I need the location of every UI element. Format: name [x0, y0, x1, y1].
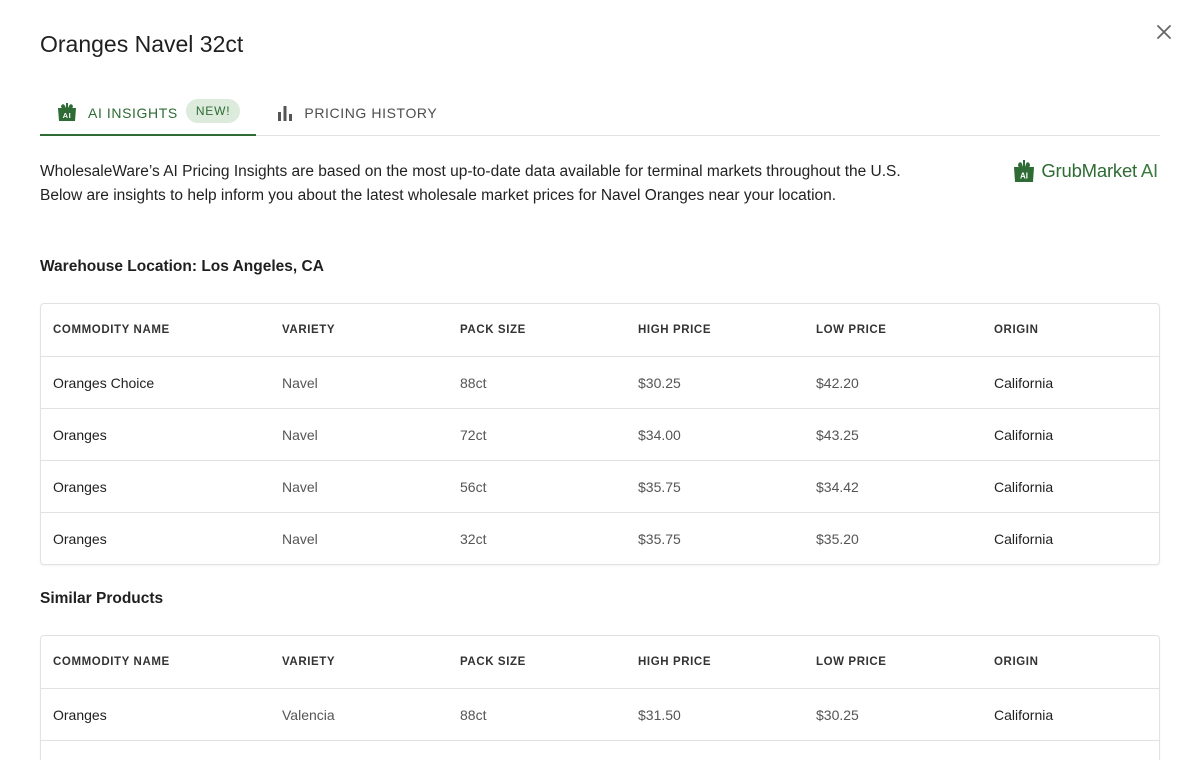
new-badge: NEW!	[185, 99, 241, 123]
tab-ai-insights-label: AI INSIGHTS	[88, 105, 178, 121]
col-variety: VARIETY	[270, 636, 448, 689]
cell-high-price: $30.25	[626, 356, 804, 409]
tab-bar: AI AI INSIGHTS NEW! PRICING HISTORY	[40, 99, 1160, 136]
cell-pack-size: 72ct	[448, 408, 626, 461]
table-row: Oranges Valencia 88ct $31.50 $30.25 Cali…	[41, 688, 1159, 741]
col-pack-size: PACK SIZE	[448, 304, 626, 357]
cell-variety: Navel	[270, 460, 448, 513]
col-commodity-name: COMMODITY NAME	[41, 304, 270, 357]
cell-high-price: $34.00	[626, 408, 804, 461]
cell-variety: Navel	[270, 408, 448, 461]
cell-origin: California	[994, 530, 1054, 547]
svg-text:AI: AI	[1020, 172, 1028, 181]
svg-text:AI: AI	[63, 111, 72, 120]
cell-commodity-name-partial	[41, 741, 270, 760]
cell-origin: California	[982, 356, 1159, 409]
tab-pricing-history-label: PRICING HISTORY	[304, 105, 438, 121]
grubmarket-ai-logo: AI GrubMarket AI	[1013, 159, 1158, 183]
cell-commodity-name: Oranges	[41, 408, 270, 461]
cell-pack-size: 88ct	[448, 356, 626, 409]
warehouse-table: COMMODITY NAME VARIETY PACK SIZE HIGH PR…	[40, 303, 1160, 565]
cell-high-price: $35.75	[638, 530, 681, 547]
cell-commodity-name: Oranges	[41, 688, 270, 741]
col-origin: ORIGIN	[982, 636, 1159, 689]
cell-commodity-name: Oranges	[53, 530, 107, 547]
table-row: Oranges Navel 72ct $34.00 $43.25 Califor…	[41, 408, 1159, 461]
cell-pack-size: 88ct	[448, 688, 626, 741]
cell-commodity-name: Oranges Choice	[41, 356, 270, 409]
cell-origin: California	[982, 688, 1159, 741]
cell-low-price: $43.25	[804, 408, 982, 461]
col-variety: VARIETY	[270, 304, 448, 357]
cell-pack-size: 56ct	[448, 460, 626, 513]
cell-pack-size-partial	[448, 741, 626, 760]
ai-basket-icon: AI	[58, 103, 76, 121]
cell-commodity-name: Oranges	[41, 460, 270, 513]
tab-pricing-history[interactable]: PRICING HISTORY	[256, 99, 453, 135]
col-origin: ORIGIN	[982, 304, 1159, 357]
cell-variety: Valencia	[270, 688, 448, 741]
table-row	[41, 741, 1159, 760]
cell-high-price-partial	[626, 741, 804, 760]
cell-origin-partial	[982, 741, 1159, 760]
col-high-price: HIGH PRICE	[626, 636, 804, 689]
close-icon	[1157, 25, 1171, 39]
cell-variety-partial	[270, 741, 448, 760]
cell-pack-size: 32ct	[460, 530, 487, 547]
col-commodity-name: COMMODITY NAME	[41, 636, 270, 689]
cell-low-price: $42.20	[804, 356, 982, 409]
grubmarket-logo-icon: AI	[1014, 160, 1035, 182]
modal-title: Oranges Navel 32ct	[40, 31, 244, 57]
cell-low-price-partial	[804, 741, 982, 760]
table-row: Oranges Navel 32ct $35.75 $35.20 Califor…	[41, 513, 1159, 565]
bar-chart-icon	[278, 106, 293, 121]
cell-low-price: $34.42	[804, 460, 982, 513]
tab-ai-insights[interactable]: AI AI INSIGHTS NEW!	[40, 99, 257, 136]
col-low-price: LOW PRICE	[804, 304, 982, 357]
table-row: Oranges Choice Navel 88ct $30.25 $42.20 …	[41, 356, 1159, 409]
table-row: Oranges Navel 56ct $35.75 $34.42 Califor…	[41, 460, 1159, 513]
close-button[interactable]	[1152, 20, 1176, 44]
table-header-row: COMMODITY NAME VARIETY PACK SIZE HIGH PR…	[41, 636, 1159, 689]
cell-low-price: $30.25	[804, 688, 982, 741]
cell-variety: Navel	[282, 530, 318, 547]
col-pack-size: PACK SIZE	[448, 636, 626, 689]
logo-suffix: AI	[1137, 160, 1158, 181]
cell-high-price: $35.75	[626, 460, 804, 513]
pricing-insights-modal: Oranges Navel 32ct AI AI INSIGHTS NEW! P	[0, 0, 1198, 760]
col-low-price: LOW PRICE	[804, 636, 982, 689]
similar-products-table: COMMODITY NAME VARIETY PACK SIZE HIGH PR…	[40, 635, 1160, 760]
col-high-price: HIGH PRICE	[626, 304, 804, 357]
logo-brand: GrubMarket	[1041, 160, 1137, 181]
cell-origin: California	[982, 408, 1159, 461]
cell-variety: Navel	[270, 356, 448, 409]
cell-high-price: $31.50	[626, 688, 804, 741]
cell-origin: California	[982, 460, 1159, 513]
warehouse-heading: Warehouse Location: Los Angeles, CA	[40, 258, 324, 275]
table-header-row: COMMODITY NAME VARIETY PACK SIZE HIGH PR…	[41, 304, 1159, 357]
similar-products-heading: Similar Products	[40, 590, 164, 607]
cell-low-price: $35.20	[816, 530, 859, 547]
intro-text: WholesaleWare’s AI Pricing Insights are …	[40, 163, 901, 204]
